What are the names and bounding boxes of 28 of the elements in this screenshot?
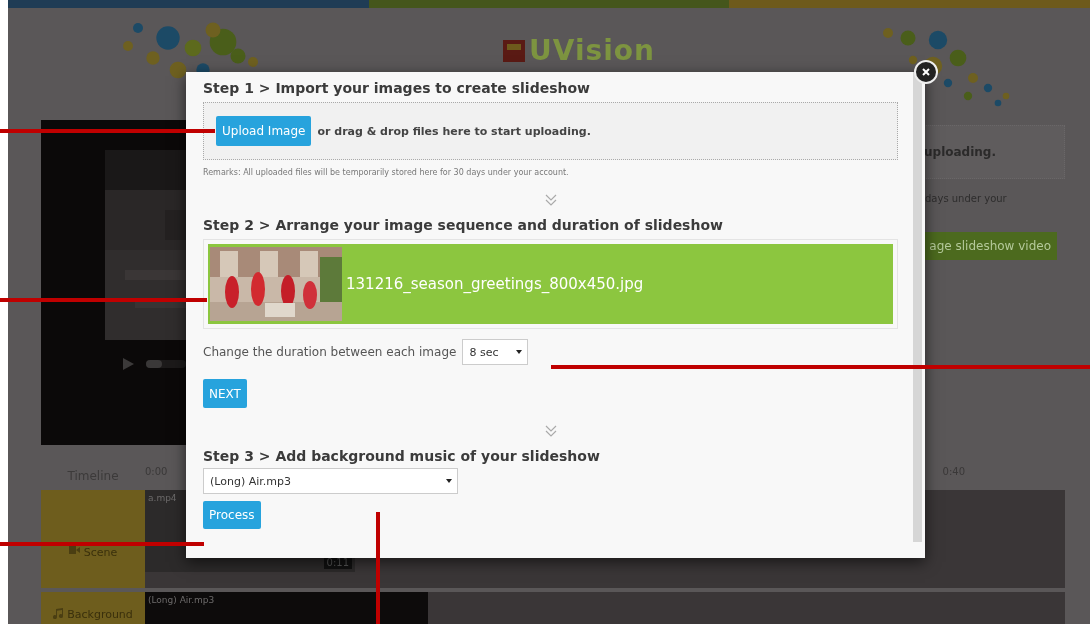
process-button[interactable]: Process [203,501,261,529]
camera-icon [68,546,80,554]
clip-name: a.mp4 [148,493,178,503]
step-title: Step 1 > Import your images to create slideshow [203,80,592,96]
close-icon [922,68,930,76]
next-button[interactable]: NEXT [203,379,247,408]
drop-zone[interactable]: Upload Image or drag & drop files here to start uploading. [203,102,898,160]
file-name: 131216_season_greetings_800x450.jpg [346,275,644,293]
step-title: Step 3 > Add background music of your slideshow [203,448,601,464]
scrollbar[interactable] [913,72,922,542]
timeline-clip[interactable]: (Long) Air.mp3 [145,592,428,624]
clip-name: (Long) Air.mp3 [148,595,216,605]
upload-image-button[interactable]: Upload Image [216,116,312,146]
seek-track[interactable] [146,360,186,368]
drop-hint: or drag & drop files here to start uploading. [317,124,591,138]
play-icon[interactable] [123,358,134,370]
caret-icon [446,479,452,483]
duration-select[interactable]: 8 sec [462,339,529,365]
music-icon [53,608,64,619]
image-item[interactable]: 131216_season_greetings_800x450.jpg [208,244,893,324]
logo-text: UVision [529,34,655,67]
music-select[interactable]: (Long) Air.mp3 [203,468,458,494]
double-chevron-icon [543,424,558,438]
duration-label: Change the duration between each image [203,345,457,359]
crest-icon [503,39,525,62]
caret-icon [516,350,523,354]
double-chevron-icon [543,193,558,207]
close-button[interactable] [914,60,938,84]
